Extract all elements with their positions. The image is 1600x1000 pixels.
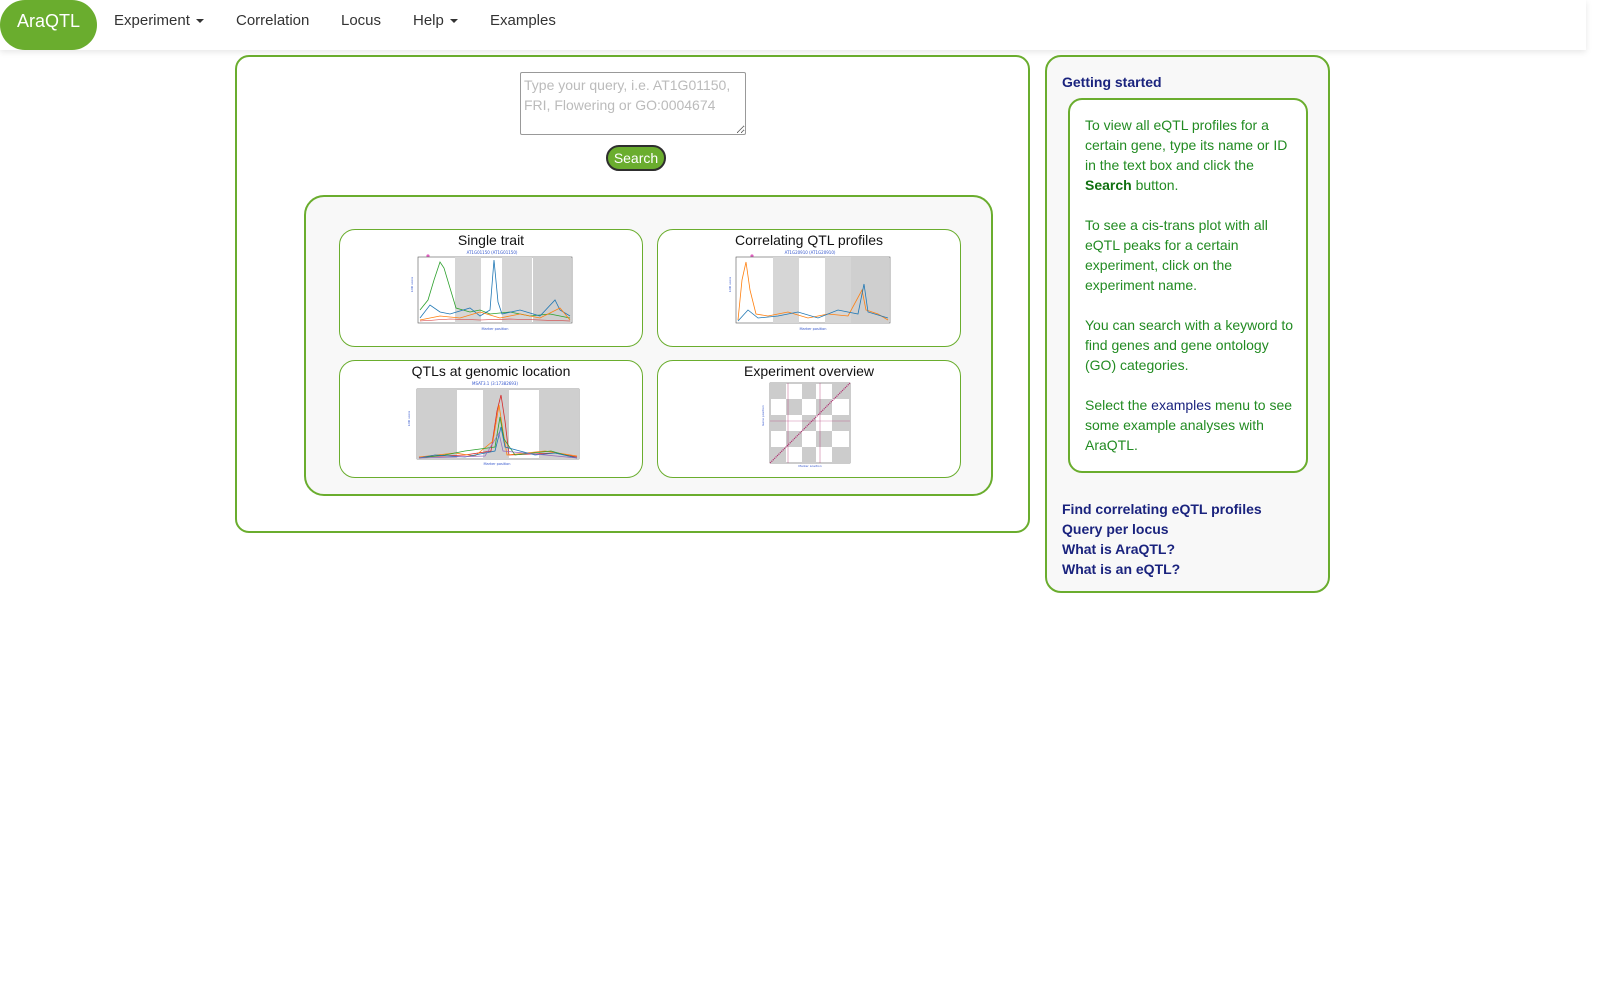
card-single-trait[interactable]: Single trait AT1G01150 (AT1G01150) LOD s… xyxy=(339,229,643,347)
help-examples-before: Select the xyxy=(1085,397,1148,413)
getting-started-sidebar: Getting started To view all eQTL profile… xyxy=(1045,55,1330,593)
card-title: Experiment overview xyxy=(744,363,874,379)
link-find-correlating-profiles[interactable]: Find correlating eQTL profiles xyxy=(1062,501,1262,517)
genomic-location-thumbnail: MSAT3.1 (3:17382693) LOD score Marker po… xyxy=(407,381,580,466)
card-title: Correlating QTL profiles xyxy=(734,232,884,248)
card-title: QTLs at genomic location xyxy=(411,363,571,379)
getting-started-heading[interactable]: Getting started xyxy=(1062,74,1162,90)
search-panel: Search Single trait AT1G01150 (AT1G01150… xyxy=(235,55,1030,533)
experiment-overview-thumbnail: Gene position Marker position xyxy=(761,382,851,467)
svg-text:LOD score: LOD score xyxy=(728,277,732,292)
brand-logo-link[interactable]: AraQTL xyxy=(0,0,97,50)
nav-examples-label: Examples xyxy=(490,12,556,29)
nav-locus-link[interactable]: Locus xyxy=(341,0,381,42)
card-correlating-profiles[interactable]: Correlating QTL profiles AT1G20910 (AT1G… xyxy=(657,229,961,347)
svg-text:AT1G01150 (AT1G01150): AT1G01150 (AT1G01150) xyxy=(467,250,518,255)
svg-text:Marker position: Marker position xyxy=(481,327,508,331)
help-paragraph-keyword: You can search with a keyword to find ge… xyxy=(1085,317,1294,373)
svg-text:Marker position: Marker position xyxy=(483,462,510,466)
svg-text:Gene position: Gene position xyxy=(761,405,765,426)
help-paragraph-search: To view all eQTL profiles for a certain … xyxy=(1085,115,1297,195)
card-title: Single trait xyxy=(457,232,525,248)
nav-locus-label: Locus xyxy=(341,12,382,29)
svg-text:MSAT3.1 (3:17382693): MSAT3.1 (3:17382693) xyxy=(472,381,518,386)
feature-cards-panel: Single trait AT1G01150 (AT1G01150) LOD s… xyxy=(304,195,993,496)
single-trait-thumbnail: AT1G01150 (AT1G01150) LOD score Marker p… xyxy=(410,250,573,331)
card-genomic-location[interactable]: QTLs at genomic location MSAT3.1 (3:1738… xyxy=(339,360,643,478)
svg-text:LOD score: LOD score xyxy=(410,277,414,292)
help-search-text: To view all eQTL profiles for a certain … xyxy=(1085,117,1288,173)
svg-text:Marker position: Marker position xyxy=(799,327,826,331)
search-input[interactable] xyxy=(520,72,746,135)
nav-experiment-label: Experiment xyxy=(114,12,190,29)
caret-down-icon xyxy=(195,19,204,24)
help-box: To view all eQTL profiles for a certain … xyxy=(1068,98,1308,473)
help-search-after: button. xyxy=(1135,177,1179,193)
card-experiment-overview[interactable]: Experiment overview Gene position Marker… xyxy=(657,360,961,478)
help-paragraph-cistrans: To see a cis-trans plot with all eQTL pe… xyxy=(1085,217,1268,293)
top-navbar: AraQTL Experiment Correlation Locus Help… xyxy=(0,0,1586,50)
svg-text:AT1G20910 (AT1G20910): AT1G20910 (AT1G20910) xyxy=(785,250,836,255)
nav-examples-link[interactable]: Examples xyxy=(490,0,556,42)
help-paragraph-examples: Select the examples menu to see some exa… xyxy=(1085,395,1297,455)
search-button[interactable]: Search xyxy=(606,145,666,171)
nav-help-label: Help xyxy=(413,12,444,29)
help-search-bold: Search xyxy=(1085,177,1132,193)
link-what-is-eqtl[interactable]: What is an eQTL? xyxy=(1062,561,1180,577)
correlating-profiles-thumbnail: AT1G20910 (AT1G20910) LOD score Marker p… xyxy=(728,250,891,331)
nav-correlation-label: Correlation xyxy=(236,12,310,29)
link-what-is-araqtl[interactable]: What is AraQTL? xyxy=(1062,541,1175,557)
examples-inline-link[interactable]: examples xyxy=(1151,397,1211,413)
link-query-per-locus[interactable]: Query per locus xyxy=(1062,521,1169,537)
nav-experiment-dropdown[interactable]: Experiment xyxy=(114,0,204,42)
svg-text:Marker position: Marker position xyxy=(798,464,821,467)
caret-down-icon xyxy=(449,19,458,24)
svg-text:LOD score: LOD score xyxy=(407,411,411,426)
nav-help-dropdown[interactable]: Help xyxy=(413,0,458,42)
nav-correlation-link[interactable]: Correlation xyxy=(236,0,309,42)
